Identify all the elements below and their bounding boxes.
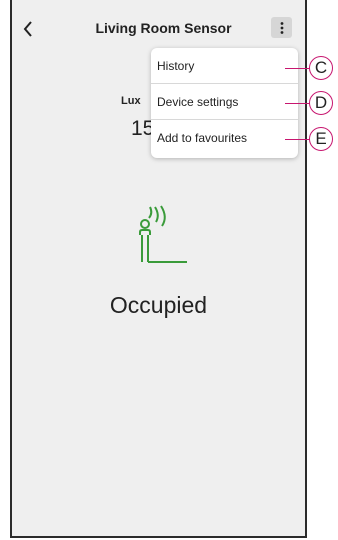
lux-label: Lux [121,95,141,107]
menu-item-add-to-favourites[interactable]: Add to favourites [151,120,298,156]
more-options-button[interactable] [271,17,292,38]
phone-screen: Living Room Sensor Lux 15 History Device… [10,0,307,538]
vertical-dots-icon [280,21,283,34]
callout-d: D [309,91,333,115]
callout-line-e [285,139,310,140]
page-title: Living Room Sensor [95,20,232,36]
occupancy-person-icon [139,205,187,263]
menu-item-device-settings[interactable]: Device settings [151,84,298,120]
callout-line-d [285,103,310,104]
callout-c: C [309,56,333,80]
chevron-left-icon [23,21,32,37]
occupancy-status: Occupied [109,292,208,318]
back-button[interactable] [18,18,38,40]
options-menu: History Device settings Add to favourite… [151,48,298,158]
menu-item-history[interactable]: History [151,48,298,84]
callout-line-c [285,68,310,69]
callout-e: E [309,127,333,151]
